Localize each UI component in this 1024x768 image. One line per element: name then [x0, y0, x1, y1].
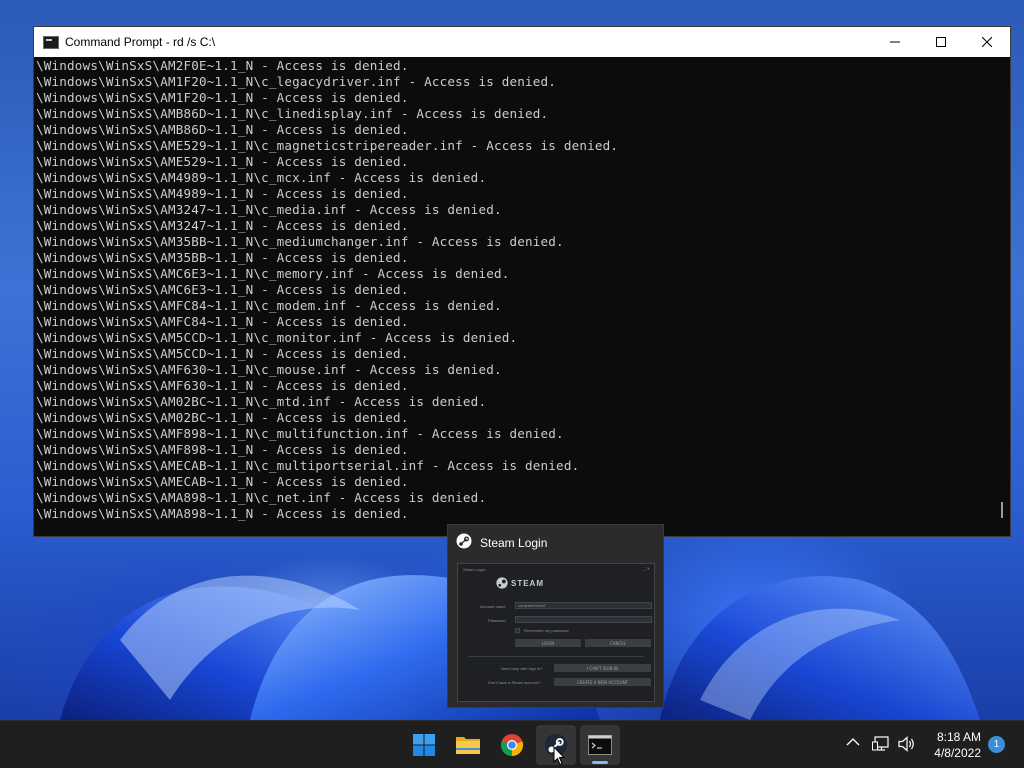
terminal-line: \Windows\WinSxS\AM1F20~1.1_N\c_legacydri…: [36, 74, 557, 89]
create-account-button[interactable]: CREATE A NEW ACCOUNT: [554, 678, 651, 686]
terminal-line: \Windows\WinSxS\AME529~1.1_N\c_magnetics…: [36, 138, 619, 153]
mini-window-controls: _ ✕: [643, 566, 650, 571]
remember-label: Remember my password: [524, 628, 569, 633]
terminal-line: \Windows\WinSxS\AMC6E3~1.1_N\c_memory.in…: [36, 266, 510, 281]
preview-title: Steam Login: [480, 536, 548, 550]
terminal-line: \Windows\WinSxS\AM4989~1.1_N - Access is…: [36, 186, 409, 201]
terminal-line: \Windows\WinSxS\AM2F0E~1.1_N - Access is…: [36, 58, 409, 73]
steam-login-preview[interactable]: Steam Login Steam Login _ ✕ STEAM Accoun…: [447, 524, 664, 708]
terminal-line: \Windows\WinSxS\AM5CCD~1.1_N - Access is…: [36, 346, 409, 361]
terminal-line: \Windows\WinSxS\AMFC84~1.1_N\c_modem.inf…: [36, 298, 502, 313]
terminal-line: \Windows\WinSxS\AM3247~1.1_N - Access is…: [36, 218, 409, 233]
network-icon: [872, 736, 889, 751]
terminal-icon: [43, 35, 59, 49]
chrome-button[interactable]: [492, 725, 532, 765]
chevron-up-icon: [846, 738, 860, 746]
terminal-line: \Windows\WinSxS\AMB86D~1.1_N - Access is…: [36, 122, 409, 137]
volume-button[interactable]: [898, 736, 916, 752]
cancel-button[interactable]: CANCEL: [585, 639, 651, 647]
terminal-icon: [588, 735, 612, 755]
window-title: Command Prompt - rd /s C:\: [65, 35, 216, 49]
terminal-line: \Windows\WinSxS\AM1F20~1.1_N - Access is…: [36, 90, 409, 105]
minimize-icon: [890, 41, 900, 43]
mouse-cursor-icon: [553, 746, 565, 766]
mini-window-caption: Steam Login: [463, 567, 486, 572]
account-field[interactable]: computerhindi2: [515, 602, 652, 609]
password-label: Password: [488, 618, 506, 623]
terminal-line: \Windows\WinSxS\AMECAB~1.1_N - Access is…: [36, 474, 409, 489]
terminal-line: \Windows\WinSxS\AMFC84~1.1_N - Access is…: [36, 314, 409, 329]
terminal-line: \Windows\WinSxS\AM3247~1.1_N\c_media.inf…: [36, 202, 502, 217]
maximize-icon: [936, 37, 946, 47]
command-prompt-button[interactable]: [580, 725, 620, 765]
chrome-icon: [500, 734, 524, 757]
window-controls: [872, 27, 1010, 57]
password-field[interactable]: [515, 616, 652, 623]
network-button[interactable]: [872, 736, 890, 752]
steam-logo: STEAM: [496, 577, 544, 589]
terminal-line: \Windows\WinSxS\AMA898~1.1_N\c_net.inf -…: [36, 490, 487, 505]
terminal-line: \Windows\WinSxS\AM4989~1.1_N\c_mcx.inf -…: [36, 170, 487, 185]
terminal-line: \Windows\WinSxS\AM02BC~1.1_N\c_mtd.inf -…: [36, 394, 487, 409]
login-button[interactable]: LOGIN: [515, 639, 581, 647]
terminal-line: \Windows\WinSxS\AM02BC~1.1_N - Access is…: [36, 410, 409, 425]
terminal-line: \Windows\WinSxS\AMC6E3~1.1_N - Access is…: [36, 282, 409, 297]
remember-checkbox[interactable]: [515, 628, 520, 633]
notification-badge[interactable]: 1: [988, 736, 1005, 753]
terminal-line: \Windows\WinSxS\AMA898~1.1_N - Access is…: [36, 506, 409, 521]
date: 4/8/2022: [934, 746, 981, 760]
maximize-button[interactable]: [918, 27, 964, 57]
terminal-line: \Windows\WinSxS\AMF630~1.1_N - Access is…: [36, 378, 409, 393]
terminal-line: \Windows\WinSxS\AMF630~1.1_N\c_mouse.inf…: [36, 362, 502, 377]
terminal-line: \Windows\WinSxS\AMB86D~1.1_N\c_linedispl…: [36, 106, 549, 121]
terminal-line: \Windows\WinSxS\AMF898~1.1_N\c_multifunc…: [36, 426, 564, 441]
account-label: Account name: [480, 604, 506, 609]
active-app-indicator: [592, 761, 608, 764]
account-value: computerhindi2: [518, 603, 546, 608]
steam-logo-text: STEAM: [511, 578, 544, 588]
close-button[interactable]: [964, 27, 1010, 57]
steam-icon: [456, 533, 472, 553]
create-label: Don't have a Steam account?: [488, 680, 541, 685]
terminal-line: \Windows\WinSxS\AMECAB~1.1_N\c_multiport…: [36, 458, 580, 473]
terminal-line: \Windows\WinSxS\AM35BB~1.1_N\c_mediumcha…: [36, 234, 564, 249]
terminal-line: \Windows\WinSxS\AMF898~1.1_N - Access is…: [36, 442, 409, 457]
taskbar: 8:18 AM 4/8/2022 1: [0, 720, 1024, 768]
cant-sign-in-button[interactable]: I CAN'T SIGN IN: [554, 664, 651, 672]
minimize-button[interactable]: [872, 27, 918, 57]
windows-logo-icon: [413, 734, 435, 756]
show-hidden-icons-button[interactable]: [846, 737, 860, 747]
preview-header: Steam Login: [448, 525, 663, 561]
help-label: Need help with sign in?: [501, 666, 543, 671]
command-prompt-window[interactable]: Command Prompt - rd /s C:\ \Windows\WinS…: [33, 26, 1011, 537]
terminal-output[interactable]: \Windows\WinSxS\AM2F0E~1.1_N - Access is…: [34, 57, 1010, 536]
scrollbar[interactable]: [1001, 502, 1003, 518]
speaker-icon: [898, 736, 914, 752]
steam-logo-icon: [496, 577, 508, 589]
start-button[interactable]: [404, 725, 444, 765]
terminal-line: \Windows\WinSxS\AME529~1.1_N - Access is…: [36, 154, 409, 169]
terminal-line: \Windows\WinSxS\AM35BB~1.1_N - Access is…: [36, 250, 409, 265]
steam-login-thumbnail[interactable]: Steam Login _ ✕ STEAM Account name compu…: [457, 563, 655, 702]
time: 8:18 AM: [936, 730, 981, 744]
clock[interactable]: 8:18 AM 4/8/2022: [934, 729, 981, 761]
folder-icon: [456, 737, 480, 754]
terminal-line: \Windows\WinSxS\AM5CCD~1.1_N\c_monitor.i…: [36, 330, 518, 345]
divider: [468, 656, 644, 657]
close-icon: [982, 37, 992, 47]
title-bar[interactable]: Command Prompt - rd /s C:\: [34, 27, 1010, 57]
file-explorer-button[interactable]: [448, 725, 488, 765]
